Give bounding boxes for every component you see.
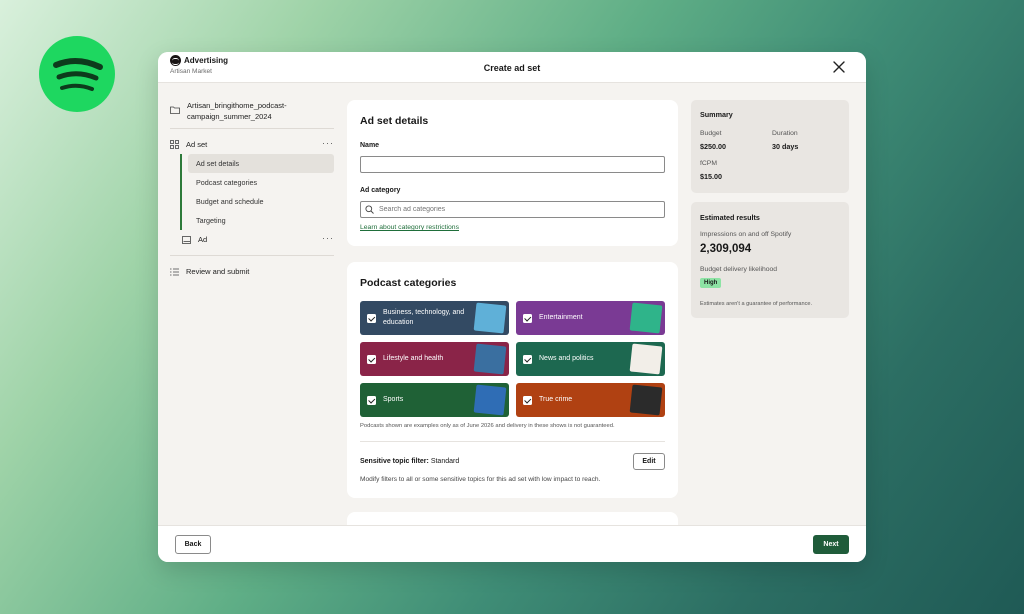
ad-category-label: Ad category [360, 187, 401, 194]
sidebar-item-label: Ad set [186, 140, 208, 149]
category-tile-label: Entertainment [539, 314, 583, 321]
modal-footer: Back Next [158, 525, 866, 562]
estimated-results-title: Estimated results [700, 213, 760, 222]
impressions-label: Impressions on and off Spotify [700, 231, 792, 238]
sidebar-item-label: Ad [198, 235, 208, 244]
category-tile-label: True crime [539, 396, 573, 403]
folder-icon [170, 106, 180, 114]
estimates-disclaimer: Estimates aren't a guarantee of performa… [700, 301, 813, 307]
budget-label: Budget [700, 130, 722, 137]
create-ad-set-modal: Advertising Artisan Market Create ad set… [158, 52, 866, 562]
category-tile-label: Lifestyle and health [383, 355, 444, 362]
modal-header: Advertising Artisan Market Create ad set [158, 52, 866, 83]
podcast-cover-art [473, 302, 507, 334]
podcast-disclaimer: Podcasts shown are examples only as of J… [360, 423, 615, 429]
back-button[interactable]: Back [175, 535, 211, 554]
sensitive-topic-value: Standard [430, 458, 460, 465]
ad-set-details-card: Ad set details Name Ad category Learn ab… [347, 100, 678, 246]
modal-title: Create ad set [483, 63, 541, 73]
ad-set-details-title: Ad set details [360, 115, 429, 127]
ad-set-more-button[interactable]: ··· [322, 138, 334, 148]
podcast-cover-art [473, 384, 507, 416]
sensitive-topic-label: Sensitive topic filter: [360, 458, 429, 465]
category-tile-entertainment[interactable]: Entertainment [516, 301, 665, 335]
category-tile-sports[interactable]: Sports [360, 383, 509, 417]
podcast-cover-art [629, 343, 663, 375]
sidebar-item-ad[interactable]: Ad ··· [182, 230, 334, 249]
category-tile-label: Business, technology, and education [383, 309, 465, 326]
category-tile-label: News and politics [539, 355, 594, 362]
sidebar-divider [170, 255, 334, 256]
ad-category-search-input[interactable] [360, 201, 665, 218]
checkbox-checked-icon [523, 354, 532, 364]
podcast-categories-title: Podcast categories [360, 277, 457, 289]
fcpm-label: fCPM [700, 160, 717, 167]
sidebar-item-ad-set[interactable]: Ad set ··· [170, 135, 334, 154]
podcast-cover-art [629, 384, 663, 416]
category-tile-lifestyle[interactable]: Lifestyle and health [360, 342, 509, 376]
checkbox-checked-icon [523, 395, 532, 405]
duration-value: 30 days [772, 142, 799, 151]
category-tile-true-crime[interactable]: True crime [516, 383, 665, 417]
name-label: Name [360, 142, 380, 149]
summary-title: Summary [700, 110, 733, 119]
spotify-logo-icon [53, 58, 103, 91]
checkbox-checked-icon [367, 313, 376, 323]
sidebar: Artisan_bringithome_podcast-campaign_sum… [170, 100, 334, 281]
delivery-likelihood-badge: High [700, 278, 722, 288]
sidebar-campaign[interactable]: Artisan_bringithome_podcast-campaign_sum… [170, 100, 334, 129]
podcast-cover-art [629, 302, 663, 334]
impressions-value: 2,309,094 [700, 243, 752, 255]
sidebar-item-ad-set-details[interactable]: Ad set details [188, 154, 334, 173]
sidebar-item-review[interactable]: Review and submit [170, 262, 334, 281]
category-tile-label: Sports [383, 396, 404, 403]
card-divider [360, 441, 665, 442]
campaign-name: Artisan_bringithome_podcast-campaign_sum… [187, 101, 287, 121]
learn-category-restrictions-link[interactable]: Learn about category restrictions [360, 224, 459, 231]
checkbox-checked-icon [367, 354, 376, 364]
sensitive-topic-description: Modify filters to all or some sensitive … [360, 476, 601, 483]
close-icon [833, 61, 845, 73]
category-tile-business[interactable]: Business, technology, and education [360, 301, 509, 335]
podcast-cover-art [473, 343, 507, 375]
close-button[interactable] [832, 60, 846, 74]
grid-icon [170, 140, 179, 149]
sidebar-item-label: Review and submit [186, 267, 250, 276]
summary-panel: Summary Budget $250.00 Duration 30 days … [691, 100, 849, 193]
search-icon [365, 205, 374, 214]
list-icon [170, 268, 179, 275]
edit-sensitive-filter-button[interactable]: Edit [633, 453, 665, 470]
category-tile-news[interactable]: News and politics [516, 342, 665, 376]
checkbox-checked-icon [367, 395, 376, 405]
checkbox-checked-icon [523, 313, 532, 323]
podcast-categories-card: Podcast categories Business, technology,… [347, 262, 678, 498]
name-input[interactable] [360, 156, 665, 173]
next-button[interactable]: Next [813, 535, 849, 554]
fcpm-value: $15.00 [700, 172, 722, 181]
sidebar-item-budget-and-schedule[interactable]: Budget and schedule [188, 192, 334, 211]
spotify-logo [39, 36, 115, 112]
ad-set-sub-nav: Ad set details Podcast categories Budget… [180, 154, 334, 230]
sensitive-topic-filter: Sensitive topic filter: Standard [360, 458, 459, 465]
ad-image-icon [182, 235, 191, 244]
duration-label: Duration [772, 130, 798, 137]
sidebar-item-podcast-categories[interactable]: Podcast categories [188, 173, 334, 192]
delivery-likelihood-label: Budget delivery likelihood [700, 266, 778, 273]
sidebar-item-targeting[interactable]: Targeting [188, 211, 334, 230]
ad-more-button[interactable]: ··· [322, 233, 334, 243]
estimated-results-panel: Estimated results Impressions on and off… [691, 202, 849, 318]
budget-value: $250.00 [700, 142, 726, 151]
